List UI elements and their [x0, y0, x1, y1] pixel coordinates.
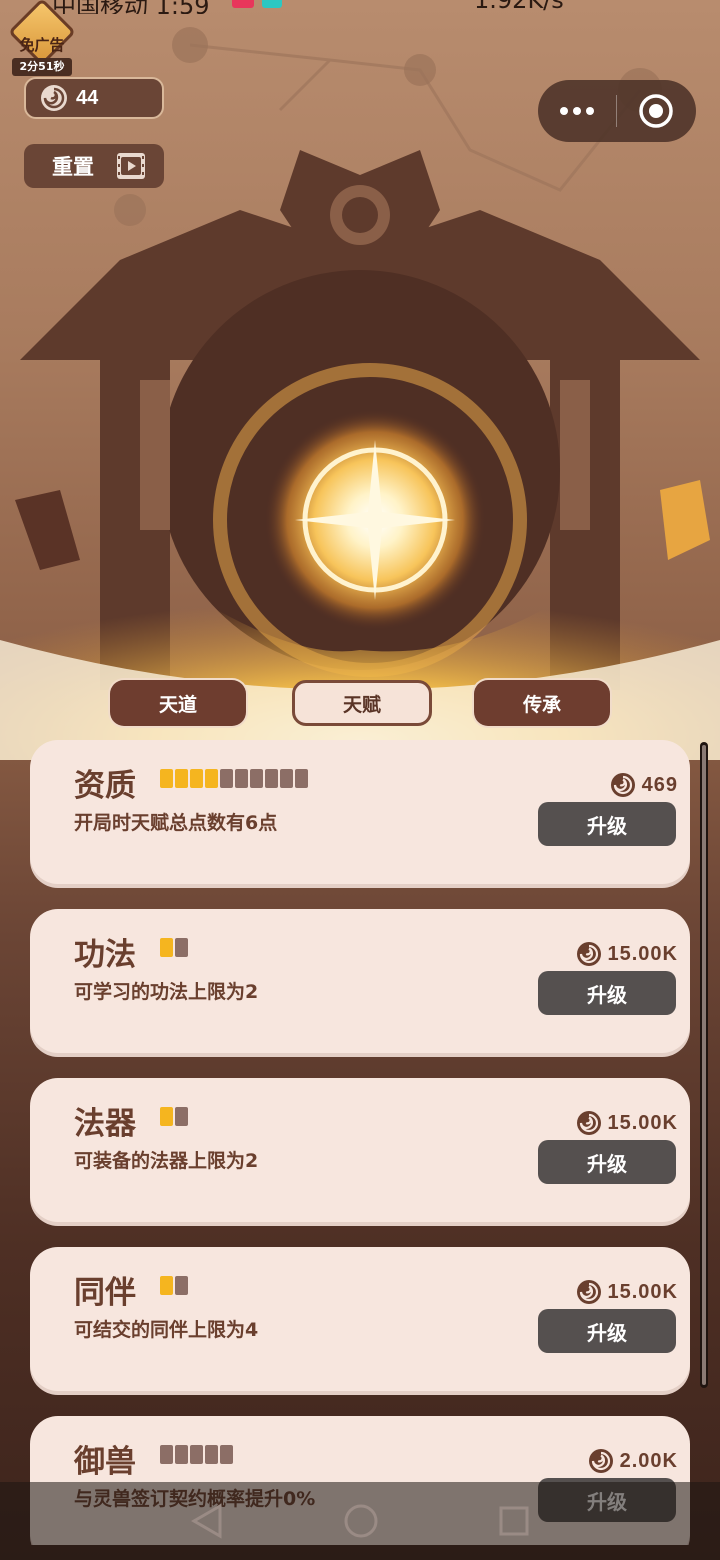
level-pip	[175, 938, 188, 957]
tab-tianfu[interactable]: 天赋	[292, 680, 432, 726]
no-ad-badge[interactable]: 免广告 2分51秒	[8, 0, 76, 76]
level-pip	[160, 1276, 173, 1295]
scrollbar-thumb[interactable]	[702, 745, 706, 1385]
level-pip	[160, 938, 173, 957]
cost-amount: 469	[641, 773, 678, 796]
upgrade-button[interactable]: 升级	[538, 1309, 676, 1353]
talent-title: 资质	[74, 768, 136, 804]
talent-card: 法器可装备的法器上限为2 15.00K 升级	[30, 1078, 690, 1226]
cost-amount: 2.00K	[619, 1449, 678, 1472]
swirl-coin-icon	[576, 942, 601, 966]
level-bar	[160, 1445, 233, 1464]
level-pip	[160, 1445, 173, 1464]
tab-tiandao[interactable]: 天道	[110, 680, 246, 726]
system-nav-bar	[0, 1482, 720, 1560]
level-pip	[205, 1445, 218, 1464]
cost-amount: 15.00K	[607, 1111, 678, 1134]
currency-amount: 44	[76, 86, 99, 109]
level-bar	[160, 769, 308, 788]
upgrade-cost: 15.00K	[576, 941, 679, 967]
upgrade-cost: 15.00K	[576, 1279, 679, 1305]
talent-list[interactable]: 资质 开局时天赋总点数有6点 469 升级 功法 可学习的功法上限为2 15.00K 升级 法器…	[30, 740, 690, 1545]
level-pip	[235, 769, 248, 788]
talent-title: 同伴	[74, 1275, 136, 1311]
talent-card: 功法可学习的功法上限为2 15.00K 升级	[30, 909, 690, 1057]
level-bar	[160, 1107, 188, 1126]
talent-title: 御兽	[74, 1444, 136, 1480]
level-pip	[295, 769, 308, 788]
upgrade-cost: 469	[610, 772, 678, 798]
tab-chuancheng[interactable]: 传承	[474, 680, 610, 726]
level-bar	[160, 1276, 188, 1295]
cost-amount: 15.00K	[607, 1280, 678, 1303]
swirl-coin-icon	[41, 85, 67, 111]
talent-description: 可学习的功法上限为2	[74, 981, 259, 1003]
level-pip	[280, 769, 293, 788]
swirl-coin-icon	[576, 1280, 601, 1304]
level-pip	[175, 1445, 188, 1464]
level-pip	[220, 1445, 233, 1464]
swirl-coin-icon	[588, 1449, 613, 1473]
level-pip	[175, 1276, 188, 1295]
home-circle-icon[interactable]	[343, 1503, 379, 1539]
level-pip	[175, 769, 188, 788]
reset-label: 重置	[52, 155, 94, 179]
swirl-coin-icon	[576, 1111, 601, 1135]
level-pip	[175, 1107, 188, 1126]
more-dots-icon[interactable]	[538, 107, 616, 115]
level-pip	[190, 1445, 203, 1464]
upgrade-cost: 15.00K	[576, 1110, 679, 1136]
level-pip	[160, 769, 173, 788]
target-close-icon[interactable]	[617, 92, 695, 130]
back-triangle-icon[interactable]	[190, 1503, 224, 1539]
level-pip	[190, 769, 203, 788]
talent-description: 开局时天赋总点数有6点	[74, 812, 278, 834]
miniprogram-capsule	[538, 80, 696, 142]
upgrade-button[interactable]: 升级	[538, 1140, 676, 1184]
cost-amount: 15.00K	[607, 942, 678, 965]
level-pip	[160, 1107, 173, 1126]
upgrade-button[interactable]: 升级	[538, 802, 676, 846]
talent-title: 功法	[74, 937, 136, 973]
talent-title: 法器	[74, 1106, 136, 1142]
currency-display: 44	[24, 77, 164, 119]
level-pip	[265, 769, 278, 788]
upgrade-cost: 2.00K	[588, 1448, 678, 1474]
reset-button[interactable]: 重置	[24, 144, 164, 188]
swirl-coin-icon	[610, 773, 635, 797]
recents-square-icon[interactable]	[498, 1505, 530, 1537]
scrollbar[interactable]	[700, 742, 708, 1388]
video-ad-icon	[117, 153, 145, 179]
talent-description: 可结交的同伴上限为4	[74, 1319, 259, 1341]
no-ad-label: 免广告	[19, 36, 65, 54]
upgrade-button[interactable]: 升级	[538, 971, 676, 1015]
level-bar	[160, 938, 188, 957]
no-ad-timer: 2分51秒	[12, 58, 72, 76]
diamond-icon	[8, 0, 76, 66]
level-pip	[220, 769, 233, 788]
talent-card: 同伴可结交的同伴上限为4 15.00K 升级	[30, 1247, 690, 1395]
talent-card: 资质开局时天赋总点数有6点 469 升级	[30, 740, 690, 888]
level-pip	[205, 769, 218, 788]
talent-description: 可装备的法器上限为2	[74, 1150, 259, 1172]
level-pip	[250, 769, 263, 788]
